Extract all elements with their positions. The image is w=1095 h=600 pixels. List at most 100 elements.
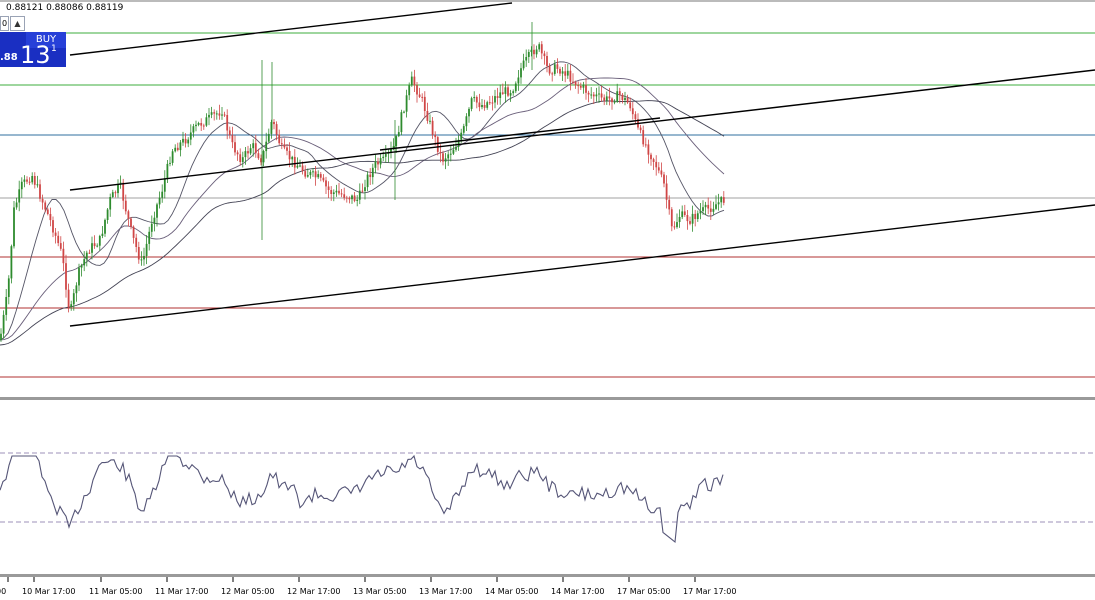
candle-body [67, 289, 70, 307]
candle-body [507, 87, 509, 96]
candle-body [494, 96, 496, 103]
candle-body [15, 202, 18, 208]
candle-body [356, 199, 359, 201]
candle-body [527, 52, 530, 57]
candle-body [595, 94, 598, 97]
candle-body [41, 198, 44, 203]
candle-body [286, 147, 288, 151]
candle-body [33, 176, 36, 185]
candle-body [23, 179, 26, 182]
candle-body [553, 64, 556, 74]
candle-body [683, 211, 686, 215]
candle-body [647, 144, 650, 155]
candle-body [436, 137, 439, 152]
candle-body [722, 197, 725, 203]
candle-body [241, 157, 244, 162]
candle-body [621, 94, 624, 100]
candle-body [31, 176, 34, 183]
candle-body [657, 167, 660, 171]
candle-body [434, 134, 437, 138]
candle-body [36, 184, 39, 186]
candle-body [410, 76, 413, 86]
one-click-trading-panel: 0 ▲ BUY .88 13 1 [0, 16, 66, 67]
candle-body [525, 57, 528, 61]
candle-body [335, 190, 338, 193]
candle-body [179, 142, 182, 151]
candle-body [124, 200, 127, 212]
candle-body [244, 151, 247, 158]
candle-body [585, 85, 587, 93]
candle-body [468, 108, 470, 117]
candle-body [540, 44, 543, 54]
trading-chart[interactable]: 00 10 Mar 17:00 11 Mar 05:00 11 Mar 17:00 12… [0, 0, 1095, 600]
candle-body [455, 146, 457, 150]
candle-body [5, 297, 8, 315]
candle-body [171, 151, 174, 163]
candle-body [631, 108, 634, 115]
time-tick-label: 12 Mar 05:00 [221, 587, 274, 596]
candle-body [312, 171, 314, 173]
candle-body [462, 126, 465, 133]
candle-body [629, 102, 632, 109]
candle-body [148, 231, 151, 244]
candle-body [577, 85, 580, 87]
lot-size-field[interactable]: 0 [0, 16, 9, 31]
candle-body [153, 217, 156, 224]
candle-body [569, 70, 572, 82]
candle-body [2, 314, 5, 334]
candle-body [210, 112, 213, 115]
candle-body [504, 87, 507, 94]
candle-body [582, 85, 585, 88]
candle-body [283, 144, 286, 148]
candle-body [605, 96, 608, 101]
candle-body [226, 115, 229, 131]
candle-body [572, 81, 574, 83]
chevron-up-icon[interactable]: ▲ [10, 16, 25, 31]
candle-body [405, 95, 408, 112]
candle-body [382, 156, 385, 159]
candle-body [449, 153, 452, 155]
candle-body [478, 102, 481, 108]
candle-body [299, 165, 301, 167]
candle-body [158, 197, 161, 205]
time-tick-label: 11 Mar 05:00 [89, 587, 142, 596]
candle-body [44, 202, 47, 210]
candle-body [117, 184, 119, 194]
candle-body [369, 174, 372, 177]
buy-button[interactable]: BUY .88 13 1 [0, 32, 66, 67]
candle-body [488, 102, 491, 104]
candle-body [213, 112, 216, 114]
candle-body [364, 187, 366, 191]
candle-body [702, 207, 704, 212]
candle-body [618, 91, 621, 95]
candle-body [127, 211, 130, 219]
candle-body [366, 174, 369, 188]
candle-body [205, 117, 208, 126]
candle-body [13, 207, 15, 247]
candle-body [345, 197, 348, 199]
candle-body [720, 197, 723, 203]
time-tick-label: 17 Mar 17:00 [683, 587, 736, 596]
candle-body [111, 192, 114, 197]
candle-body [475, 97, 478, 103]
candle-body [156, 204, 158, 218]
candle-body [590, 94, 593, 96]
candle-body [161, 191, 164, 198]
candle-body [561, 71, 564, 74]
candle-body [644, 144, 647, 146]
candle-body [7, 278, 10, 297]
candle-body [533, 49, 535, 55]
candle-body [309, 171, 312, 176]
candle-body [52, 220, 54, 233]
candle-body [54, 232, 57, 236]
pane-separator[interactable] [0, 397, 1095, 400]
time-tick-label: 10 Mar 17:00 [22, 587, 75, 596]
candle-body [10, 246, 13, 279]
candle-body [587, 92, 590, 95]
candle-body [460, 132, 463, 140]
candle-body [673, 226, 676, 228]
candle-body [106, 209, 109, 220]
candle-body [197, 123, 200, 125]
candle-body [288, 150, 291, 160]
candle-body [135, 237, 138, 247]
